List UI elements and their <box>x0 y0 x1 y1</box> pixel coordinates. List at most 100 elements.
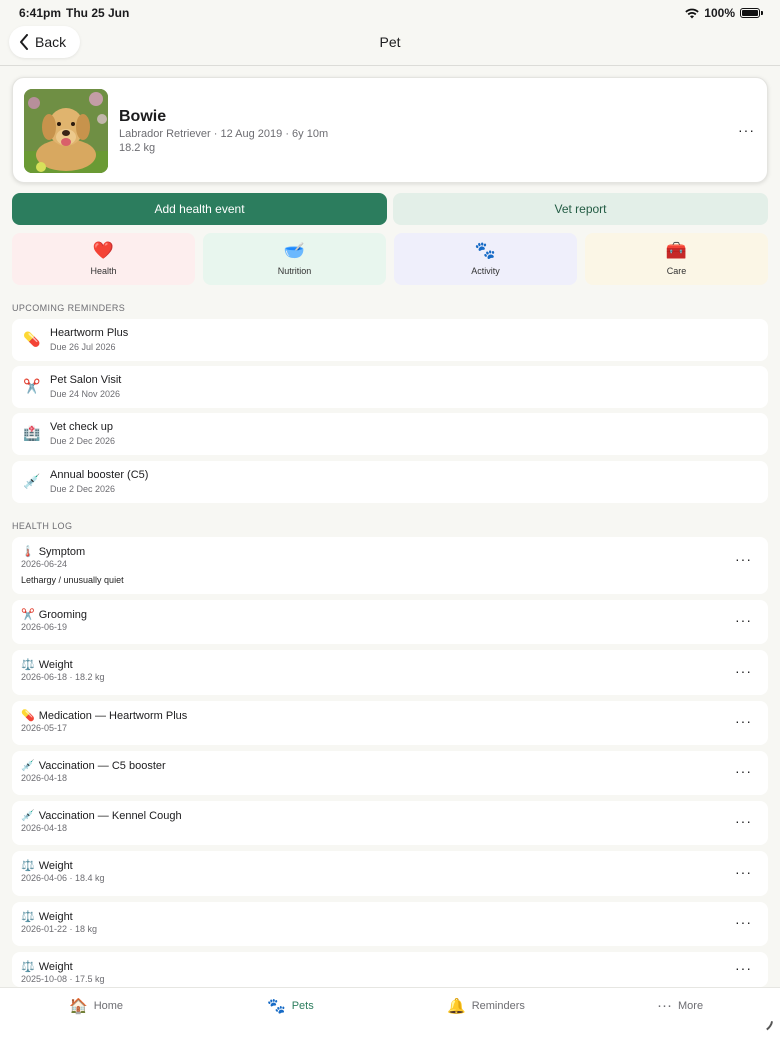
log-title-group: ⚖️ Weight <box>21 960 73 974</box>
pet-profile-card: Bowie Labrador Retriever · 12 Aug 2019 ·… <box>12 77 768 183</box>
log-date: 2026-04-06 · 18.4 kg <box>21 873 105 883</box>
tab-pets[interactable]: 🐾 Pets <box>267 997 314 1015</box>
category-tile-health[interactable]: ❤️ Health <box>12 233 195 285</box>
log-title-group: ⚖️ Weight <box>21 859 73 873</box>
reminder-due-date: Due 24 Nov 2026 <box>50 389 121 399</box>
status-right: 100% <box>685 6 763 20</box>
health-log-row[interactable]: ✂️ Grooming 2026-06-19 ··· <box>12 600 768 644</box>
care-icon: 🧰 <box>665 241 688 260</box>
tab-home[interactable]: 🏠 Home <box>69 997 123 1015</box>
reminder-item[interactable]: ✂️ Pet Salon Visit Due 24 Nov 2026 <box>12 366 768 408</box>
reminder-title: Heartworm Plus <box>50 327 129 339</box>
scale-icon: ⚖️ <box>21 911 35 923</box>
pet-photo <box>24 89 108 173</box>
page-title: Pet <box>379 34 401 50</box>
reminder-title: Annual booster (C5) <box>50 469 149 481</box>
thermometer-icon: 🌡️ <box>21 546 35 558</box>
health-log-row[interactable]: 🌡️ Symptom 2026-06-24 Lethargy / unusually … <box>12 537 768 594</box>
log-title-group: ⚖️ Weight <box>21 910 73 924</box>
log-date: 2026-06-18 · 18.2 kg <box>21 672 105 682</box>
log-title-group: ✂️ Grooming <box>21 608 87 622</box>
log-more-icon[interactable]: ··· <box>735 663 752 679</box>
log-date: 2025-10-08 · 17.5 kg <box>21 974 105 984</box>
reminder-item[interactable]: 💊 Heartworm Plus Due 26 Jul 2026 <box>12 319 768 361</box>
status-time: 6:41pm <box>19 6 62 20</box>
log-more-icon[interactable]: ··· <box>735 551 752 567</box>
nav-bar: Back Pet <box>0 24 780 66</box>
bell-icon: 🔔 <box>447 998 466 1015</box>
activity-icon: 🐾 <box>474 241 497 260</box>
log-more-icon[interactable]: ··· <box>735 914 752 930</box>
category-tile-activity[interactable]: 🐾 Activity <box>394 233 577 285</box>
pet-name: Bowie <box>119 108 167 125</box>
health-log-row[interactable]: ⚖️ Weight 2026-04-06 · 18.4 kg ··· <box>12 851 768 896</box>
reminder-title: Vet check up <box>50 421 113 433</box>
log-date: 2026-01-22 · 18 kg <box>21 924 98 934</box>
log-more-icon[interactable]: ··· <box>735 612 752 628</box>
health-icon: ❤️ <box>92 241 115 260</box>
reminder-due-date: Due 2 Dec 2026 <box>50 436 116 446</box>
log-more-icon[interactable]: ··· <box>735 864 752 880</box>
hospital-icon: 🏥 <box>23 425 41 441</box>
log-more-icon[interactable]: ··· <box>735 960 752 976</box>
add-health-event-button[interactable]: Add health event <box>12 193 387 225</box>
tab-label: More <box>678 999 704 1012</box>
battery-icon <box>740 8 763 18</box>
reminder-due-date: Due 2 Dec 2026 <box>50 484 116 494</box>
health-log-row[interactable]: ⚖️ Weight 2025-10-08 · 17.5 kg ··· <box>12 952 768 987</box>
reminder-item[interactable]: 🏥 Vet check up Due 2 Dec 2026 <box>12 413 768 455</box>
status-bar: 6:41pm Thu 25 Jun 100% <box>0 0 780 24</box>
vet-report-button[interactable]: Vet report <box>393 193 768 225</box>
log-date: 2026-04-18 <box>21 773 68 783</box>
nutrition-icon: 🥣 <box>283 241 306 260</box>
log-title: Weight <box>38 910 73 923</box>
battery-percent: 100% <box>704 6 735 20</box>
log-note: Lethargy / unusually quiet <box>21 575 124 585</box>
reminder-item[interactable]: 💉 Annual booster (C5) Due 2 Dec 2026 <box>12 461 768 503</box>
log-title: Vaccination — Kennel Cough <box>38 809 182 822</box>
log-title-group: 💉 Vaccination — C5 booster <box>21 759 166 773</box>
syringe-icon: 💉 <box>21 810 35 822</box>
tab-label: Reminders <box>471 1000 525 1012</box>
wifi-icon <box>685 8 699 18</box>
house-icon: 🏠 <box>69 998 88 1015</box>
scale-icon: ⚖️ <box>21 961 35 973</box>
category-label: Health <box>90 266 117 276</box>
resize-handle-icon <box>756 1018 774 1036</box>
paw-icon: 🐾 <box>267 998 286 1015</box>
syringe-icon: 💉 <box>23 473 41 489</box>
log-date: 2026-04-18 <box>21 823 68 833</box>
pill-icon: 💊 <box>23 331 41 347</box>
health-log-row[interactable]: ⚖️ Weight 2026-06-18 · 18.2 kg ··· <box>12 650 768 695</box>
reminder-title: Pet Salon Visit <box>50 374 122 386</box>
log-title: Weight <box>38 859 73 872</box>
category-label: Nutrition <box>277 266 312 276</box>
log-more-icon[interactable]: ··· <box>735 713 752 729</box>
category-tile-nutrition[interactable]: 🥣 Nutrition <box>203 233 386 285</box>
tab-reminders[interactable]: 🔔 Reminders <box>447 997 525 1015</box>
log-date: 2026-06-24 <box>21 559 68 569</box>
syringe-icon: 💉 <box>21 760 35 772</box>
tab-more[interactable]: ··· More <box>657 997 703 1014</box>
log-more-icon[interactable]: ··· <box>735 763 752 779</box>
health-log-row[interactable]: ⚖️ Weight 2026-01-22 · 18 kg ··· <box>12 902 768 946</box>
log-title: Weight <box>38 960 73 973</box>
scale-icon: ⚖️ <box>21 659 35 671</box>
pet-weight: 18.2 kg <box>119 142 156 154</box>
category-tile-care[interactable]: 🧰 Care <box>585 233 768 285</box>
health-log-row[interactable]: 💉 Vaccination — C5 booster 2026-04-18 ··· <box>12 751 768 795</box>
log-date: 2026-06-19 <box>21 622 68 632</box>
health-log-row[interactable]: 💉 Vaccination — Kennel Cough 2026-04-18 ··· <box>12 801 768 845</box>
log-title: Medication — Heartworm Plus <box>38 709 188 722</box>
status-date: Thu 25 Jun <box>66 6 130 20</box>
scissors-icon: ✂️ <box>23 378 41 394</box>
tab-label: Pets <box>291 1000 314 1012</box>
pet-more-icon[interactable]: ··· <box>738 122 755 138</box>
health-log-row[interactable]: 💊 Medication — Heartworm Plus 2026-05-17 ··… <box>12 701 768 745</box>
log-title-group: ⚖️ Weight <box>21 658 73 672</box>
scale-icon: ⚖️ <box>21 860 35 872</box>
log-more-icon[interactable]: ··· <box>735 813 752 829</box>
log-title-group: 💊 Medication — Heartworm Plus <box>21 709 188 723</box>
scissors-icon: ✂️ <box>21 609 35 621</box>
ellipsis-icon: ··· <box>657 997 672 1014</box>
